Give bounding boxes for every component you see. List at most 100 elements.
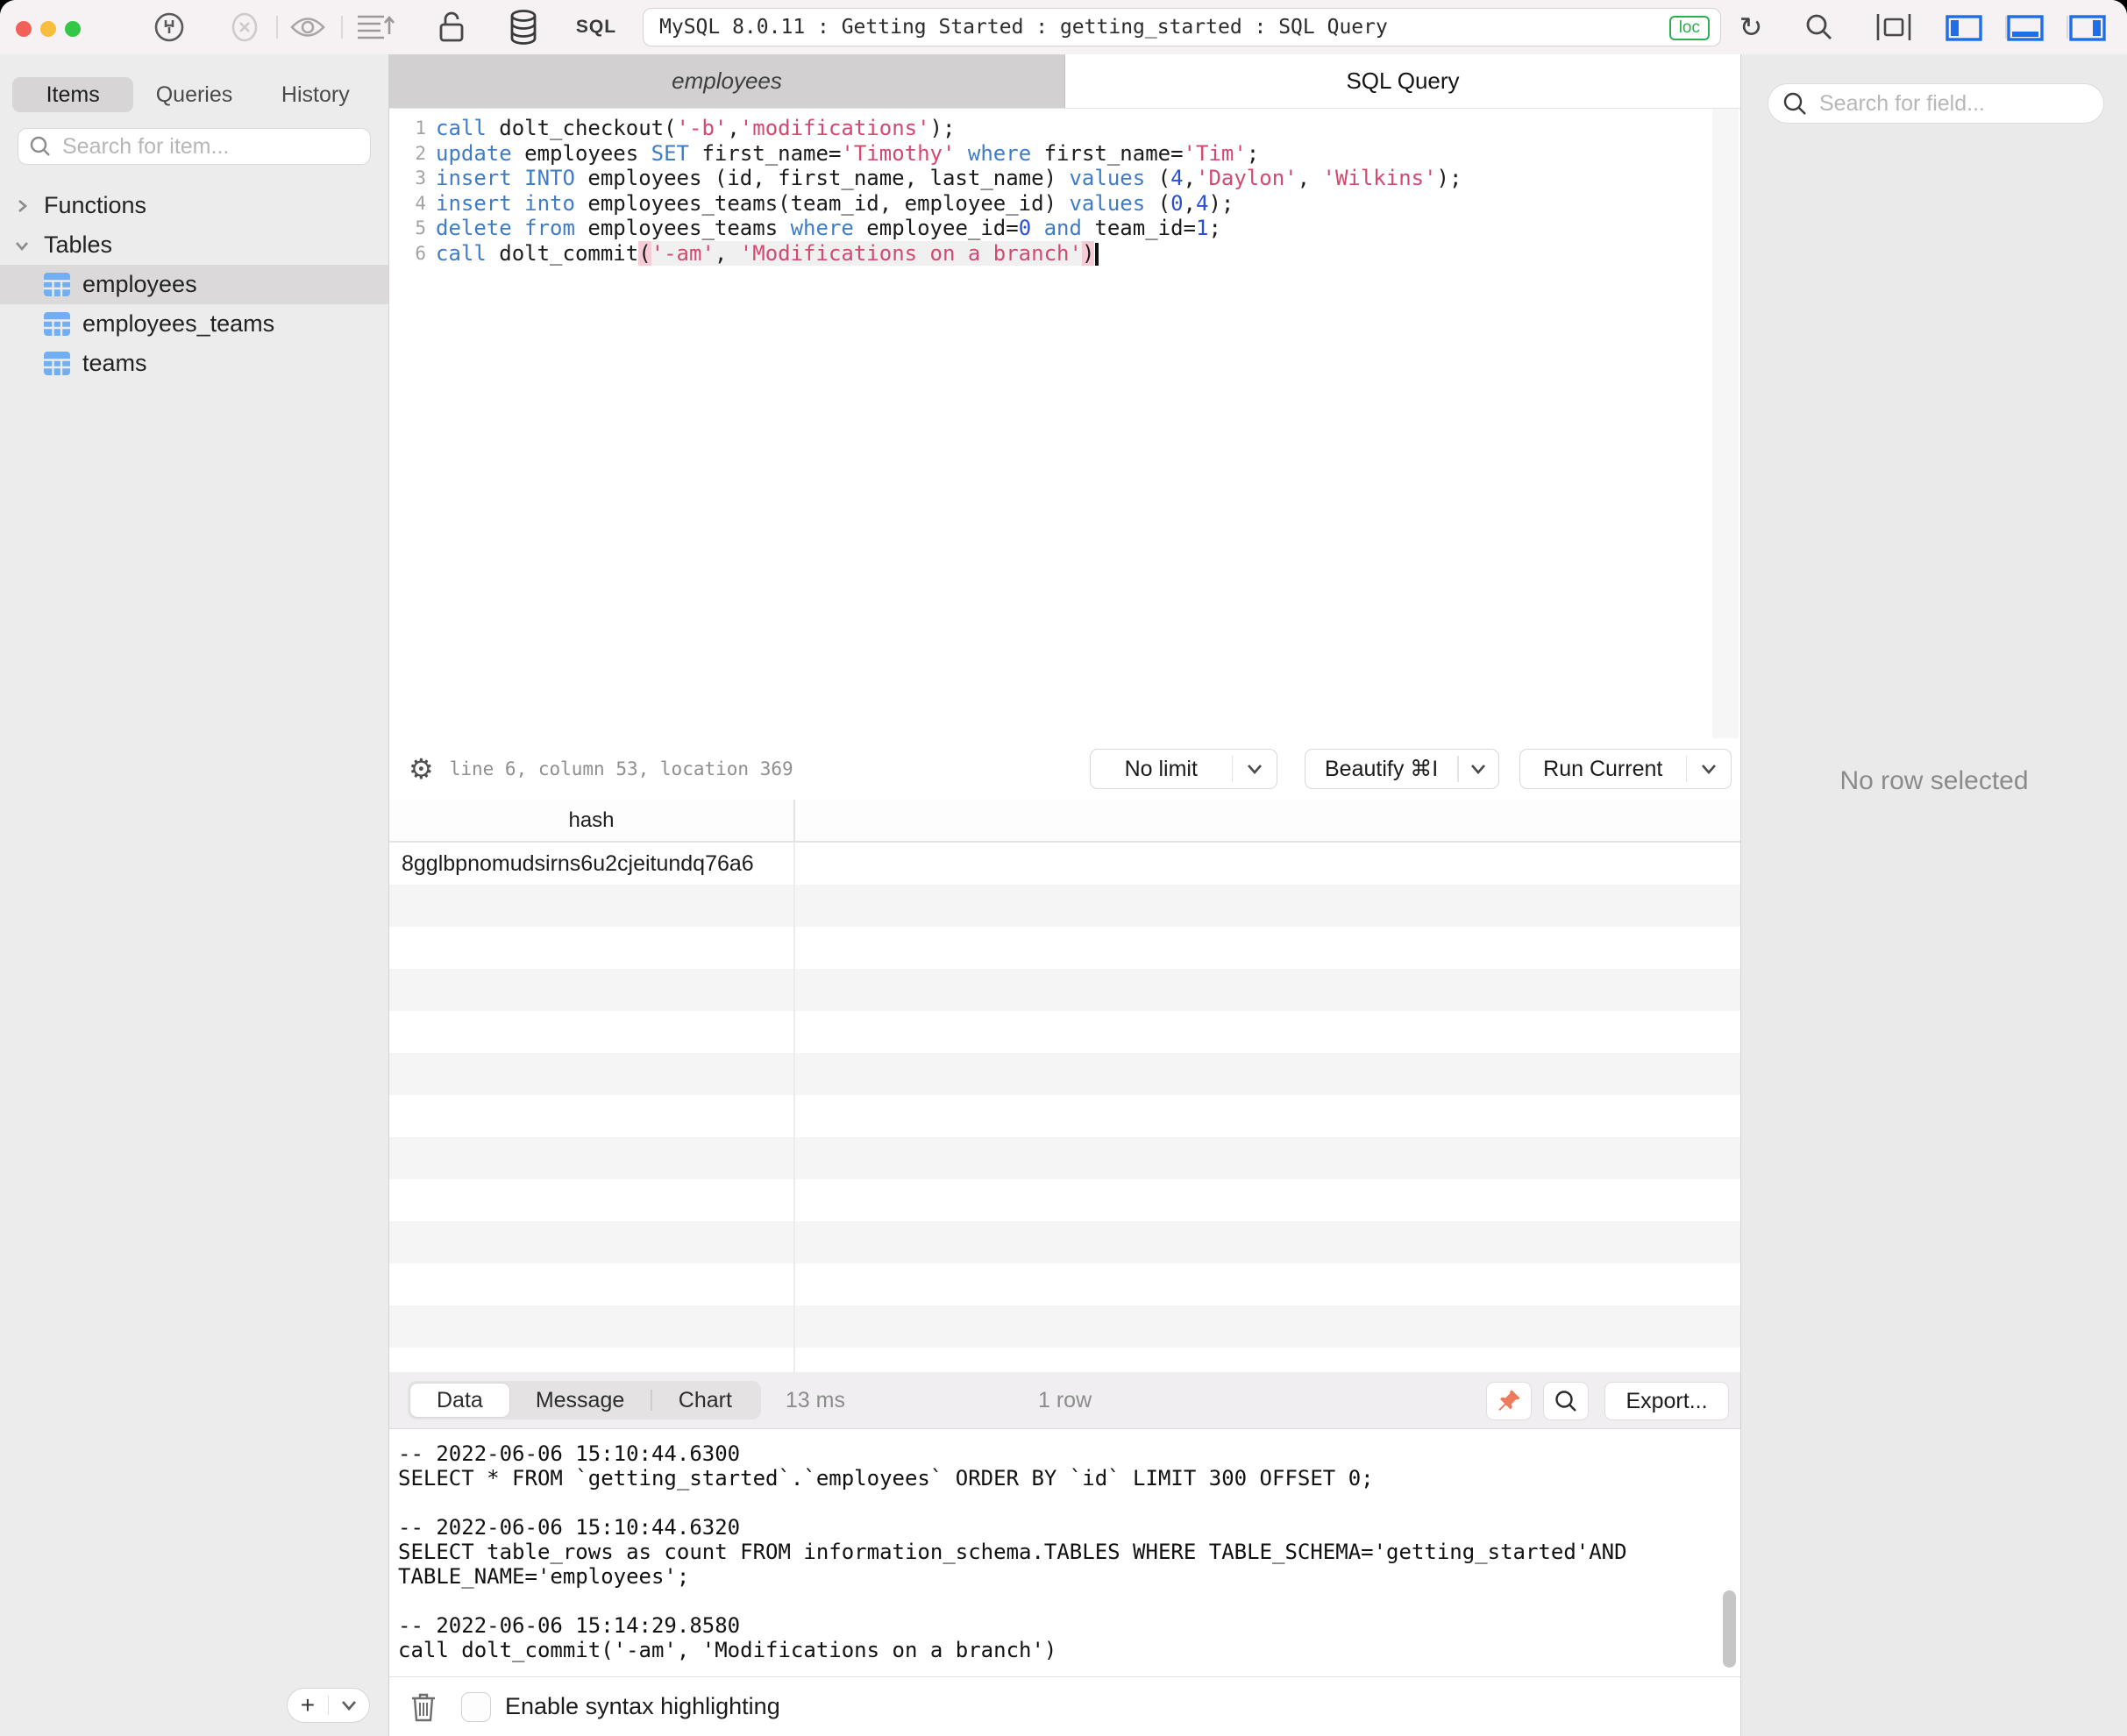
- log-scrollbar-thumb[interactable]: [1723, 1590, 1736, 1668]
- toggle-bottom-panel-button[interactable]: [2007, 15, 2044, 41]
- search-results-button[interactable]: [1543, 1382, 1589, 1420]
- query-log[interactable]: -- 2022-06-06 15:10:44.6300 SELECT * FROM…: [389, 1429, 1740, 1676]
- query-elapsed-time: 13 ms: [785, 1387, 845, 1412]
- tab-message[interactable]: Message: [509, 1384, 651, 1417]
- table-row[interactable]: [389, 969, 1740, 1011]
- log-footer: Enable syntax highlighting: [389, 1676, 1740, 1736]
- field-search-input[interactable]: [1818, 89, 2089, 117]
- disconnect-icon[interactable]: [225, 0, 264, 54]
- sql-editor[interactable]: 1 call dolt_checkout('-b','modifications'…: [389, 109, 1740, 738]
- pin-icon: [1498, 1390, 1520, 1411]
- limit-dropdown-button[interactable]: No limit: [1090, 749, 1277, 789]
- code-line[interactable]: 2 update employees SET first_name='Timoth…: [389, 141, 1740, 167]
- table-row[interactable]: [389, 1348, 1740, 1372]
- toolbar-divider: [276, 16, 278, 39]
- sidebar-tabs: Items Queries History: [12, 77, 376, 112]
- table-name: employees_teams: [82, 310, 275, 337]
- tree-group-label: Functions: [44, 192, 147, 218]
- log-lines: -- 2022-06-06 15:10:44.6300 SELECT * FROM…: [398, 1441, 1740, 1662]
- table-row[interactable]: [389, 1263, 1740, 1306]
- eye-icon[interactable]: [288, 0, 327, 54]
- tab-history[interactable]: History: [255, 77, 376, 112]
- table-row[interactable]: 8gglbpnomudsirns6u2cjeitundq76a6: [389, 843, 1740, 885]
- gear-icon[interactable]: ⚙: [409, 752, 434, 786]
- line-number: 3: [415, 167, 426, 189]
- search-icon[interactable]: [1800, 0, 1839, 54]
- table-row[interactable]: [389, 1095, 1740, 1137]
- clear-log-button[interactable]: [410, 1692, 437, 1722]
- tab-sql-query[interactable]: SQL Query: [1065, 54, 1740, 108]
- close-window-button[interactable]: [16, 21, 32, 37]
- table-row[interactable]: [389, 1053, 1740, 1095]
- code-line[interactable]: 5 delete from employees_teams where emplo…: [389, 216, 1740, 241]
- run-current-dropdown-button[interactable]: Run Current: [1519, 749, 1732, 789]
- table-name: teams: [82, 350, 147, 376]
- log-line: SELECT * FROM `getting_started`.`employe…: [398, 1466, 1374, 1491]
- table-row[interactable]: [389, 885, 1740, 927]
- editor-tabbar: employees SQL Query: [389, 54, 1740, 109]
- titlebar: SQL MySQL 8.0.11 : Getting Started : get…: [0, 0, 2127, 54]
- tab-queries[interactable]: Queries: [133, 77, 254, 112]
- tree-group-tables[interactable]: Tables: [0, 225, 388, 265]
- connection-title-field[interactable]: MySQL 8.0.11 : Getting Started : getting…: [643, 8, 1721, 46]
- chevron-down-icon: [1459, 763, 1498, 775]
- table-row[interactable]: [389, 1221, 1740, 1263]
- chevron-down-icon: [1687, 763, 1731, 775]
- chevron-down-icon: [1233, 763, 1277, 775]
- column-header-hash[interactable]: hash: [389, 800, 795, 841]
- item-search-input[interactable]: [60, 132, 359, 160]
- syntax-highlighting-checkbox[interactable]: [461, 1691, 491, 1722]
- table-row[interactable]: [389, 1306, 1740, 1348]
- table-row[interactable]: [389, 927, 1740, 969]
- schema-tree: Functions Tables employees employees_team…: [0, 186, 388, 383]
- sidebar-item-employees[interactable]: employees: [0, 265, 388, 304]
- table-icon: [44, 352, 70, 375]
- column-header-empty[interactable]: [795, 800, 1740, 841]
- no-row-selected-message: No row selected: [1839, 766, 2029, 795]
- zoom-window-button[interactable]: [65, 21, 81, 37]
- item-search-box: [18, 128, 371, 165]
- tree-group-functions[interactable]: Functions: [0, 186, 388, 225]
- table-row[interactable]: [389, 1011, 1740, 1053]
- table-row[interactable]: [389, 1137, 1740, 1179]
- toggle-left-panel-button[interactable]: [1946, 15, 1982, 41]
- tables-list: employees employees_teamsteams: [0, 265, 388, 383]
- toolbar-divider: [341, 16, 343, 39]
- code-line[interactable]: 4 insert into employees_teams(team_id, em…: [389, 191, 1740, 217]
- table-row[interactable]: [389, 1179, 1740, 1221]
- sidebar-item-teams[interactable]: teams: [0, 344, 388, 383]
- code-line[interactable]: 3 insert INTO employees (id, first_name, …: [389, 166, 1740, 191]
- results-grid: hash 8gglbpnomudsirns6u2cjeitundq76a6: [389, 800, 1740, 1372]
- minimize-window-button[interactable]: [40, 21, 56, 37]
- sidebar-item-employees_teams[interactable]: employees_teams: [0, 304, 388, 344]
- line-number: 2: [415, 142, 426, 164]
- log-line: SELECT table_rows as count FROM informat…: [398, 1540, 1627, 1564]
- pin-result-button[interactable]: [1486, 1382, 1532, 1420]
- connection-icon[interactable]: [150, 0, 189, 54]
- cursor-position-text: line 6, column 53, location 369: [449, 758, 793, 779]
- tab-data[interactable]: Data: [410, 1384, 509, 1417]
- beautify-dropdown-button[interactable]: Beautify ⌘I: [1305, 749, 1499, 789]
- table-name: employees: [82, 271, 197, 297]
- code-line[interactable]: 1 call dolt_checkout('-b','modifications'…: [389, 116, 1740, 141]
- tab-employees[interactable]: employees: [389, 54, 1065, 108]
- layout-frame-icon[interactable]: [1873, 0, 1915, 54]
- local-connection-badge: loc: [1668, 16, 1710, 40]
- tab-items[interactable]: Items: [12, 77, 134, 112]
- toggle-right-panel-button[interactable]: [2069, 15, 2106, 41]
- log-line: -- 2022-06-06 15:14:29.8580: [398, 1613, 741, 1638]
- add-item-button[interactable]: +: [287, 1688, 370, 1723]
- export-button[interactable]: Export...: [1604, 1382, 1729, 1420]
- results-toolbar: Data Message Chart 13 ms 1 row Export...: [389, 1372, 1740, 1429]
- lock-icon[interactable]: [432, 0, 471, 54]
- code-line[interactable]: 6 call dolt_commit('-am', 'Modifications …: [389, 240, 1740, 267]
- refresh-icon[interactable]: ↻: [1732, 0, 1770, 54]
- editor-scrollbar-track[interactable]: [1712, 109, 1739, 738]
- structure-sort-icon[interactable]: [355, 0, 397, 54]
- chevron-down-icon: [329, 1699, 369, 1711]
- search-icon: [30, 136, 50, 156]
- tab-chart[interactable]: Chart: [652, 1384, 758, 1417]
- search-icon: [1555, 1391, 1576, 1412]
- database-icon[interactable]: [504, 0, 543, 54]
